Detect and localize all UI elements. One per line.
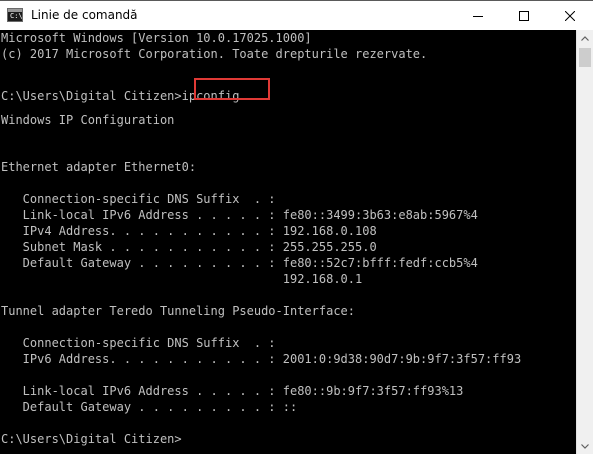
console-line: Ethernet adapter Ethernet0: (1, 160, 197, 174)
chevron-down-icon (581, 444, 589, 449)
console-line: Connection-specific DNS Suffix . : (1, 336, 276, 350)
maximize-button[interactable] (501, 1, 547, 30)
scroll-down-button[interactable] (577, 438, 593, 454)
console-line: Subnet Mask . . . . . . . . . . . : 255.… (1, 240, 377, 254)
scroll-thumb[interactable] (579, 48, 591, 67)
title-bar[interactable]: C:\ Linie de comandă (0, 1, 593, 30)
console-line: Tunnel adapter Teredo Tunneling Pseudo-I… (1, 304, 356, 318)
minimize-button[interactable] (455, 1, 501, 30)
app-icon-glyph: C:\ (10, 12, 23, 20)
console-output[interactable]: Microsoft Windows [Version 10.0.17025.10… (0, 30, 576, 454)
prompt-line: C:\Users\Digital Citizen> (1, 432, 182, 446)
console-line: IPv6 Address. . . . . . . . . . . : 2001… (1, 352, 522, 366)
console-line: Default Gateway . . . . . . . . . : :: (1, 400, 298, 414)
console-line: (c) 2017 Microsoft Corporation. Toate dr… (1, 47, 428, 61)
maximize-icon (519, 10, 529, 21)
console-line: 192.168.0.1 (1, 272, 363, 286)
console-line: Microsoft Windows [Version 10.0.17025.10… (1, 31, 312, 45)
scroll-up-button[interactable] (577, 30, 593, 47)
command-prompt-window: C:\ Linie de comandă Microsoft Windows [… (0, 0, 593, 454)
console-line: Link-local IPv6 Address . . . . . : fe80… (1, 208, 478, 222)
close-button[interactable] (547, 1, 593, 30)
minimize-icon (473, 15, 483, 17)
command-prompt-icon[interactable]: C:\ (7, 8, 23, 22)
console-line: Default Gateway . . . . . . . . . : fe80… (1, 256, 478, 270)
window-title: Linie de comandă (31, 8, 138, 22)
console-line: Link-local IPv6 Address . . . . . : fe80… (1, 384, 464, 398)
console-line: Windows IP Configuration (1, 113, 175, 127)
command-line: C:\Users\Digital Citizen>ipconfig (1, 89, 240, 103)
console-line: Connection-specific DNS Suffix . : (1, 192, 276, 206)
chevron-up-icon (581, 36, 589, 41)
console-line: IPv4 Address. . . . . . . . . . . : 192.… (1, 224, 377, 238)
close-icon (565, 10, 575, 21)
vertical-scrollbar[interactable] (576, 30, 593, 454)
